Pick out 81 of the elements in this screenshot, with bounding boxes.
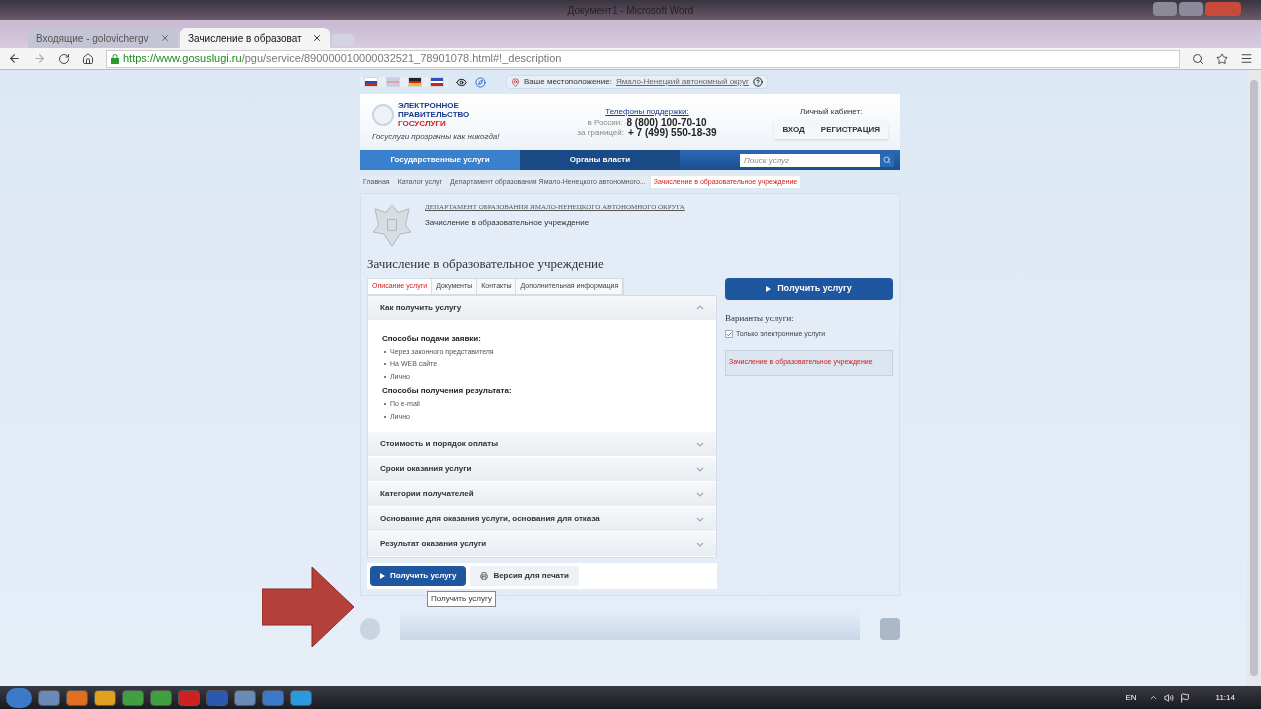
- taskbar-app-icon[interactable]: [38, 689, 60, 706]
- help-icon[interactable]: [752, 77, 763, 87]
- print-button[interactable]: Версия для печати: [470, 566, 579, 586]
- slogan: Госуслуги прозрачны как никогда!: [372, 131, 501, 143]
- accordion-header[interactable]: Сроки оказания услуги: [368, 457, 716, 481]
- taskbar-app-icon[interactable]: [234, 689, 256, 706]
- speaker-icon[interactable]: [1163, 692, 1174, 703]
- zoom-icon[interactable]: [1192, 52, 1204, 65]
- department-service: Зачисление в образовательное учреждение: [425, 216, 591, 229]
- accordion-header[interactable]: Как получить услугу: [368, 295, 716, 320]
- phone-label: за границей:: [577, 128, 624, 138]
- logo-text: ПРАВИТЕЛЬСТВО: [398, 110, 470, 119]
- section-heading: Способы получения результата:: [382, 385, 513, 397]
- nav-tab[interactable]: Органы власти: [520, 150, 680, 170]
- phone-number: + 7 (499) 550-18-39: [628, 128, 717, 138]
- tray-expand-icon[interactable]: [1148, 693, 1158, 702]
- address-field[interactable]: https://www.gosuslugi.ru/pgu/service/890000010000032521_78901078.html#!_description: [106, 49, 1180, 68]
- language-indicator[interactable]: EN: [1125, 691, 1137, 704]
- logo-text: ГОСУСЛУГИ: [398, 119, 447, 128]
- minimize-button[interactable]: [1153, 2, 1177, 16]
- scrollbar-thumb[interactable]: [1250, 80, 1258, 676]
- phone-label: в России:: [587, 118, 623, 128]
- login-button[interactable]: ВХОД: [774, 120, 813, 139]
- search-button[interactable]: [880, 153, 894, 167]
- chevron-down-icon: [696, 441, 704, 447]
- flag-icon[interactable]: [364, 77, 378, 87]
- home-icon[interactable]: [82, 52, 94, 65]
- clock[interactable]: 11:14: [1215, 691, 1235, 704]
- compass-icon[interactable]: [475, 76, 486, 88]
- maximize-button[interactable]: [1179, 2, 1203, 16]
- login-button[interactable]: РЕГИСТРАЦИЯ: [812, 120, 888, 139]
- accordion-header[interactable]: Категории получателей: [368, 482, 716, 506]
- section-heading: Способы подачи заявки:: [382, 332, 482, 345]
- reload-icon[interactable]: [58, 52, 70, 65]
- get-service-button[interactable]: Получить услугу: [370, 566, 467, 586]
- logo-icon: [372, 103, 394, 126]
- tooltip: Получить услугу: [427, 591, 496, 607]
- arrow-icon: [262, 567, 354, 647]
- chevron-up-icon: [696, 305, 704, 310]
- cabinet-label: Личный кабинет:: [800, 105, 863, 118]
- nav-tab[interactable]: Государственные услуги: [360, 150, 520, 170]
- play-icon: [380, 573, 385, 579]
- browser-tab[interactable]: Зачисление в образоват: [180, 28, 330, 48]
- taskbar-app-icon[interactable]: [94, 689, 116, 706]
- accordion-header[interactable]: Основание для оказания услуги, основания для отказа: [368, 507, 716, 531]
- chevron-down-icon: [696, 541, 704, 547]
- search-field[interactable]: Поиск услуг: [740, 153, 880, 167]
- accordion-header[interactable]: Результат оказания услуги: [368, 532, 716, 556]
- forward-icon[interactable]: [33, 52, 46, 65]
- checkbox[interactable]: [725, 330, 733, 339]
- play-icon: [766, 285, 772, 292]
- page-title: Зачисление в образовательное учреждение: [367, 255, 605, 273]
- taskbar-app-icon[interactable]: [150, 689, 172, 706]
- chevron-down-icon: [696, 516, 704, 522]
- chevron-down-icon: [696, 466, 704, 472]
- chevron-down-icon: [696, 491, 704, 497]
- pin-icon: [511, 77, 520, 87]
- lock-icon: [111, 53, 119, 64]
- logo-text: ЭЛЕКТРОННОЕ: [398, 101, 460, 110]
- taskbar-app-icon[interactable]: [262, 689, 284, 706]
- flag-icon[interactable]: [430, 77, 444, 87]
- start-button[interactable]: [6, 687, 32, 708]
- location-bar: Ваше местоположение: Ямало-Ненецкий автономный округ: [506, 75, 768, 89]
- star-icon[interactable]: [1216, 52, 1228, 65]
- location-link[interactable]: Ямало-Ненецкий автономный округ: [615, 76, 749, 88]
- taskbar-app-icon[interactable]: [122, 689, 144, 706]
- back-icon[interactable]: [8, 52, 21, 65]
- taskbar-app-icon[interactable]: [178, 689, 200, 706]
- get-service-button[interactable]: Получить услугу: [725, 277, 893, 300]
- printer-icon: [480, 572, 489, 580]
- support-link[interactable]: Телефоны поддержки:: [605, 106, 689, 118]
- flag-icon[interactable]: [408, 77, 422, 87]
- taskbar-app-icon[interactable]: [66, 689, 88, 706]
- close-icon[interactable]: [312, 33, 322, 43]
- variants-title: Варианты услуги:: [725, 311, 795, 325]
- accordion-header[interactable]: Стоимость и порядок оплаты: [368, 432, 716, 456]
- phone-number: 8 (800) 100-70-10: [626, 118, 707, 128]
- eye-icon[interactable]: [456, 76, 467, 88]
- browser-tab[interactable]: Входящие - golovichergv: [28, 28, 178, 48]
- taskbar-app-icon[interactable]: [290, 689, 312, 706]
- menu-icon[interactable]: [1240, 52, 1253, 65]
